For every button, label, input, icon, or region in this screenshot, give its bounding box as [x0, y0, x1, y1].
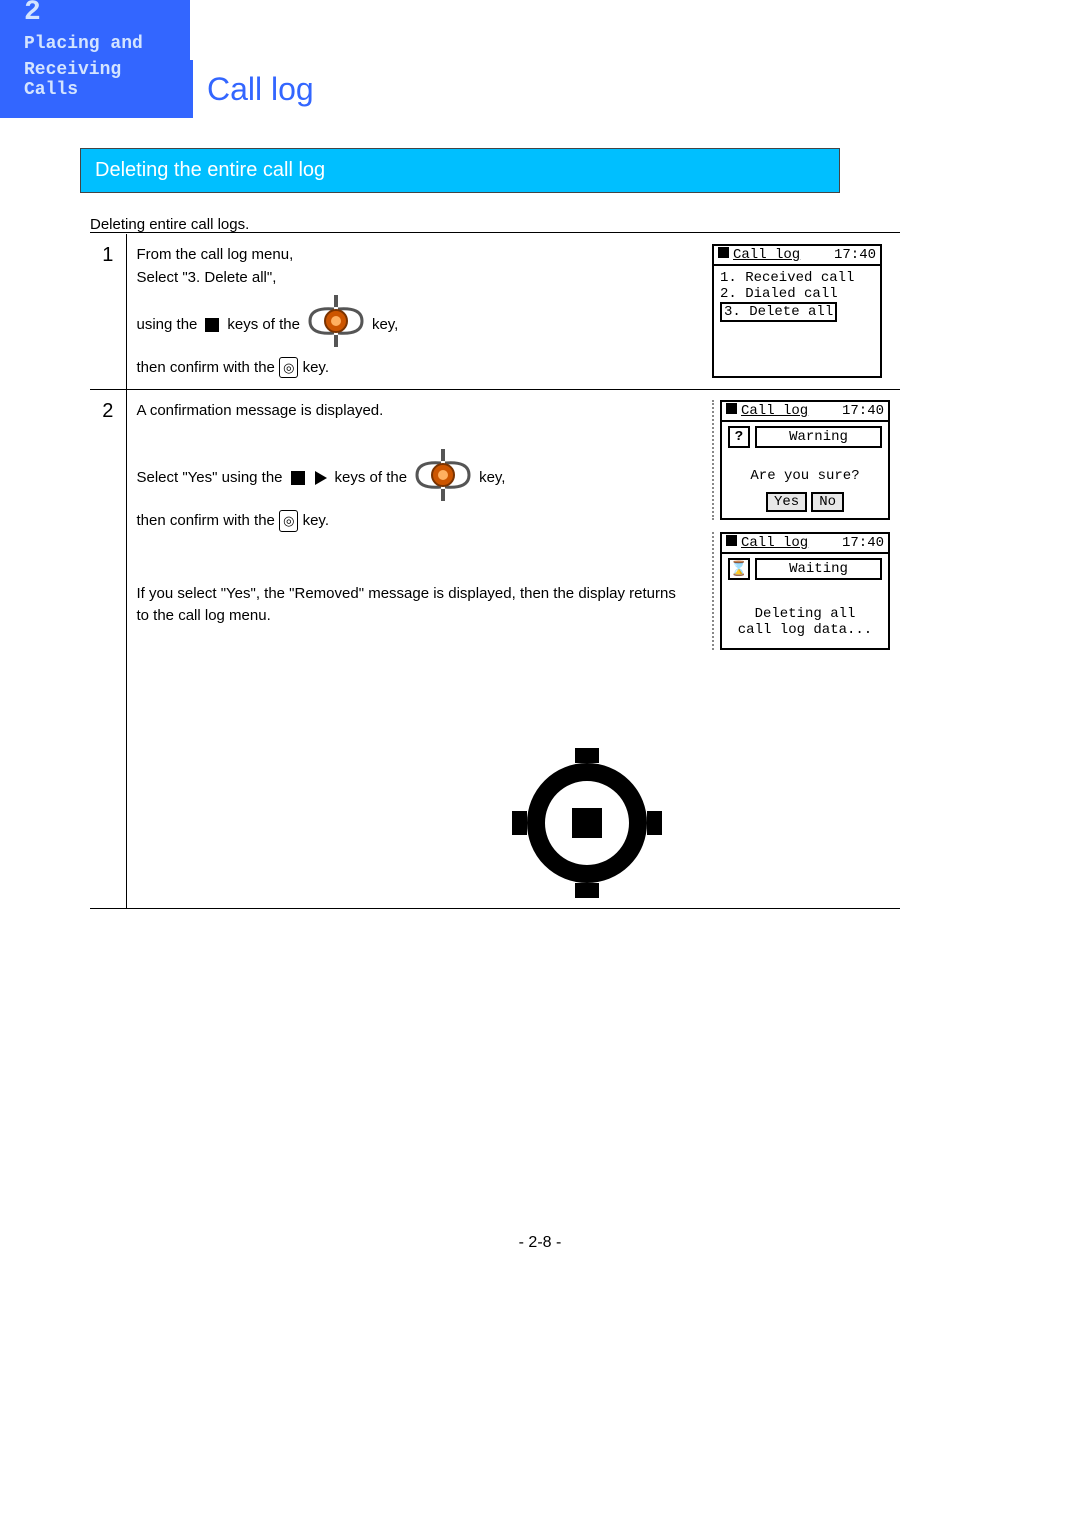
text-fragment: keys of the	[227, 314, 300, 337]
joystick-icon	[413, 447, 473, 511]
chapter-number: Chapter 2	[24, 0, 170, 28]
confirm-key-icon	[279, 510, 298, 532]
no-button: No	[811, 492, 844, 512]
text-fragment: then confirm with the	[137, 359, 275, 376]
square-key-icon	[205, 318, 219, 332]
phone-screen: Call log 17:40 1. Received call 2. Diale…	[712, 244, 882, 378]
page-title: Call log	[207, 71, 314, 108]
text-fragment: key.	[303, 512, 329, 529]
text-fragment: Select "Yes" using the	[137, 467, 283, 490]
confirm-key-icon	[279, 357, 298, 379]
dialog-message-line: Deleting all	[728, 606, 882, 622]
dialog-message-line: call log data...	[728, 622, 882, 638]
text-fragment: using the	[137, 314, 198, 337]
screen-time: 17:40	[842, 535, 884, 551]
page-number: - 2-8 -	[0, 1234, 1080, 1252]
text-fragment: key,	[479, 467, 505, 490]
step-2-screens: Call log 17:40 ? Warning Are you sure? Y…	[702, 390, 900, 909]
chapter-subtitle-1: Placing and	[24, 34, 170, 54]
step-number: 2	[90, 390, 126, 909]
steps-table: 1 From the call log menu, Select "3. Del…	[90, 234, 900, 909]
large-joystick-icon	[512, 748, 662, 898]
step-number: 1	[90, 234, 126, 390]
menu-item: 1. Received call	[720, 270, 874, 286]
step-1-body: From the call log menu, Select "3. Delet…	[126, 234, 702, 390]
divider	[90, 232, 900, 233]
chapter-header: Chapter 2 Placing and Receiving Calls	[0, 0, 190, 118]
hourglass-icon: ⌛	[728, 558, 750, 580]
text-fragment: keys of the	[335, 467, 408, 490]
right-key-icon	[315, 471, 327, 485]
step-1-screen: Call log 17:40 1. Received call 2. Diale…	[702, 234, 900, 390]
question-icon: ?	[728, 426, 750, 448]
dialog-label: Waiting	[755, 558, 882, 580]
screen-title: Call log	[741, 535, 808, 551]
section-intro: Deleting entire call logs.	[90, 216, 249, 233]
phone-screen-waiting: Call log 17:40 ⌛ Waiting Deleting all ca…	[720, 532, 890, 650]
square-key-icon	[291, 471, 305, 485]
text-fragment: key,	[372, 314, 398, 337]
step-2-body: A confirmation message is displayed. Sel…	[126, 390, 702, 909]
status-icon	[726, 403, 737, 414]
text-fragment: key.	[303, 359, 329, 376]
phone-screen-warning: Call log 17:40 ? Warning Are you sure? Y…	[720, 400, 890, 520]
section-heading: Deleting the entire call log	[80, 148, 840, 193]
menu-item-selected: 3. Delete all	[720, 302, 837, 322]
text-line: A confirmation message is displayed.	[137, 400, 693, 423]
chapter-subtitle-2: Receiving Calls	[24, 60, 170, 100]
result-text: If you select "Yes", the "Removed" messa…	[137, 583, 693, 628]
text-fragment: then confirm with the	[137, 512, 275, 529]
screen-title: Call log	[733, 247, 800, 263]
text-line: From the call log menu,	[137, 244, 693, 267]
dialog-label: Warning	[755, 426, 882, 448]
status-icon	[726, 535, 737, 546]
screen-time: 17:40	[834, 247, 876, 263]
dialog-message: Are you sure?	[722, 448, 888, 494]
text-line: Select "3. Delete all",	[137, 267, 693, 290]
menu-item: 2. Dialed call	[720, 286, 874, 302]
yes-button: Yes	[766, 492, 807, 512]
screen-title: Call log	[741, 403, 808, 419]
joystick-icon	[306, 293, 366, 357]
screen-time: 17:40	[842, 403, 884, 419]
status-icon	[718, 247, 729, 258]
